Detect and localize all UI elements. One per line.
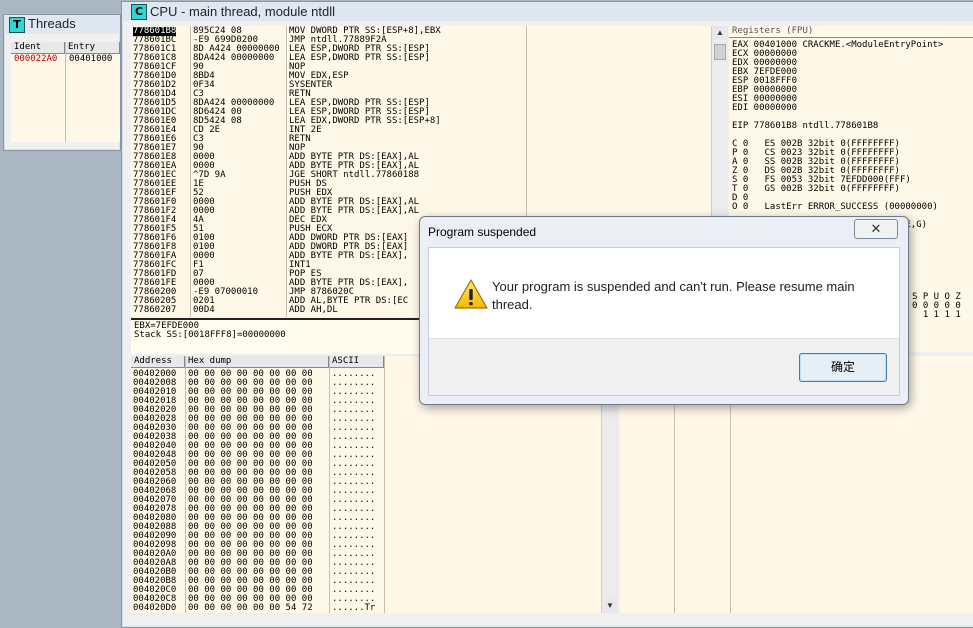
register-line[interactable]: O 0 LastErr ERROR_SUCCESS (00000000) [732,203,973,212]
dialog-title: Program suspended [428,225,537,239]
disasm-row[interactable]: 778601F2 0000 ADD BYTE PTR DS:[EAX],AL [131,207,711,216]
dialog-body: Your program is suspended and can't run.… [428,247,900,339]
dump-header-address[interactable]: Address [131,356,185,368]
disasm-hex: 00D4 [193,305,215,315]
ok-button[interactable]: 确定 [799,353,887,382]
disasm-row[interactable]: 778601E4 CD 2E INT 2E [131,126,711,135]
disasm-row[interactable]: 778601E6 C3 RETN [131,135,711,144]
disasm-row[interactable]: 778601D2 0F34 SYSENTER [131,81,711,90]
disasm-row[interactable]: 778601E8 0000 ADD BYTE PTR DS:[EAX],AL [131,153,711,162]
thread-entry: 00401000 [69,54,113,64]
register-line[interactable]: EDI 00000000 [732,104,973,113]
scroll-thumb[interactable] [714,44,726,60]
dump-scroll-down-icon[interactable]: ▼ [602,599,618,613]
disasm-code: ADD AH,DL [289,305,338,315]
disasm-address: 77860207 [133,305,177,315]
cpu-titlebar[interactable]: C CPU - main thread, module ntdll [122,2,973,21]
fpu-flags-line-3: 1 1 1 1 [912,310,961,320]
disasm-row[interactable]: 778601EF 52 PUSH EDX [131,189,711,198]
disasm-row[interactable]: 778601EE 1E PUSH DS [131,180,711,189]
threads-titlebar[interactable]: T Threads [4,15,120,34]
disasm-hex: 8DA424 00000000 [193,53,275,63]
dump-row[interactable]: 004020D0 00 00 00 00 00 00 54 72 ......Tr [131,604,601,613]
disasm-row[interactable]: 778601D0 8BD4 MOV EDX,ESP [131,72,711,81]
disasm-row[interactable]: 778601CF 90 NOP [131,63,711,72]
program-suspended-dialog: Program suspended ✕ Your program is susp… [419,216,909,405]
registers-header[interactable]: Registers (FPU) [729,26,973,38]
col-header-entry[interactable]: Entry [65,42,120,54]
disasm-row[interactable]: 778601E7 90 NOP [131,144,711,153]
disasm-row[interactable]: 778601C8 8DA424 00000000 LEA ESP,DWORD PTR… [131,54,711,63]
dialog-footer: 确定 [428,338,900,396]
disasm-row[interactable]: 778601EC ^7D 9A JGE SHORT ntdll.77860188 [131,171,711,180]
scroll-up-icon[interactable]: ▲ [712,26,728,40]
threads-table: Ident Entry 000022A0 00401000 [11,42,120,142]
threads-window: T Threads Ident Entry 000022A0 00401000 [3,14,121,151]
close-icon[interactable]: ✕ [854,219,898,239]
register-line[interactable]: EIP 778601B8 ntdll.778601B8 [732,122,973,131]
dump-header-ascii[interactable]: ASCII [329,356,384,368]
threads-icon: T [9,17,25,33]
dump-address: 004020D0 [133,603,177,613]
thread-ident: 000022A0 [14,54,58,64]
dialog-message: Your program is suspended and can't run.… [492,279,855,312]
cpu-title: CPU - main thread, module ntdll [150,4,335,19]
disasm-code: LEA ESP,DWORD PTR SS:[ESP] [289,53,430,63]
threads-title: Threads [28,16,76,31]
disasm-row[interactable]: 778601F0 0000 ADD BYTE PTR DS:[EAX],AL [131,198,711,207]
register-line[interactable]: T 0 GS 002B 32bit 0(FFFFFFFF) [732,185,973,194]
col-header-ident[interactable]: Ident [11,42,65,54]
dump-header-hex[interactable]: Hex dump [185,356,329,368]
dump-ascii: ......Tr [332,603,376,613]
dump-hex: 00 00 00 00 00 00 54 72 [188,603,313,613]
cpu-icon: C [131,4,147,20]
warning-icon [454,279,488,309]
